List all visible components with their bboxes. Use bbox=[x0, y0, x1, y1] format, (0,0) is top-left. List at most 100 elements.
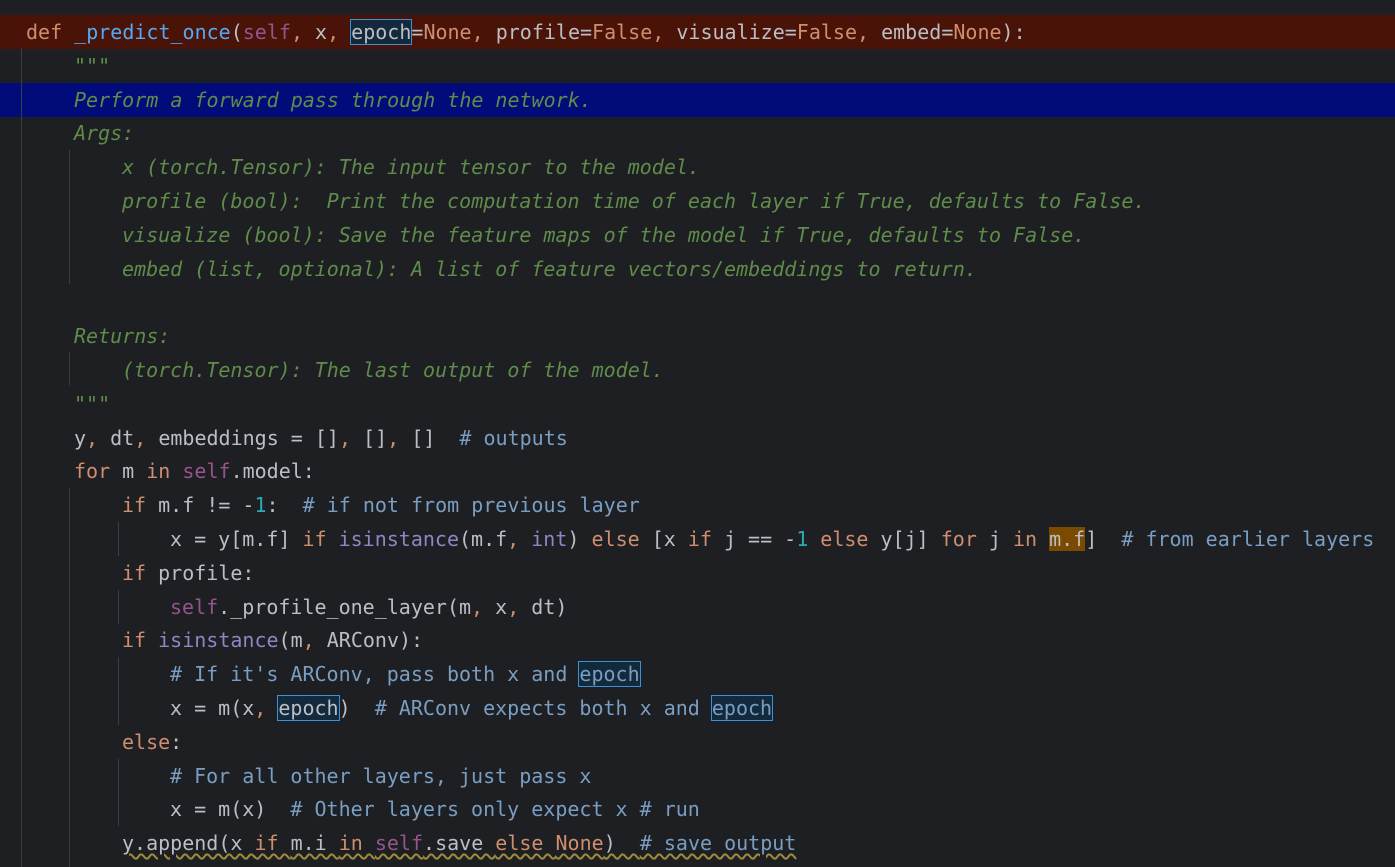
indent-guide bbox=[118, 590, 119, 624]
usage-highlight: epoch bbox=[350, 19, 413, 45]
code-line[interactable] bbox=[0, 285, 1395, 319]
code-token: embeddings = [] bbox=[158, 425, 339, 450]
code-token: ): bbox=[1001, 20, 1026, 44]
code-token: def bbox=[26, 20, 75, 44]
code-editor[interactable]: def _predict_once(self, x, epoch=None, p… bbox=[0, 0, 1395, 867]
indent-guide bbox=[21, 48, 22, 867]
code-line[interactable]: # If it's ARConv, pass both x and epoch bbox=[0, 657, 1395, 691]
code-token: j bbox=[988, 527, 1013, 551]
code-token: False bbox=[796, 20, 857, 44]
code-line-text: # If it's ARConv, pass both x and epoch bbox=[170, 657, 641, 691]
code-line[interactable]: Returns: bbox=[0, 319, 1395, 353]
editor-top-band bbox=[0, 0, 1395, 15]
code-token: # For all other layers, just pass x bbox=[170, 763, 592, 788]
code-token: profile bbox=[495, 20, 580, 44]
code-line-text: def _predict_once(self, x, epoch=None, p… bbox=[26, 15, 1026, 49]
code-token: x bbox=[315, 20, 328, 44]
code-token: (m.f bbox=[459, 527, 508, 551]
code-token: x bbox=[495, 594, 508, 619]
code-token: in bbox=[146, 459, 183, 484]
code-line[interactable]: self._profile_one_layer(m, x, dt) bbox=[0, 590, 1395, 624]
code-token: m.i bbox=[290, 831, 339, 856]
code-token: , bbox=[857, 20, 882, 44]
code-line[interactable]: x = m(x) # Other layers only expect x # … bbox=[0, 792, 1395, 826]
code-line[interactable]: if isinstance(m, ARConv): bbox=[0, 623, 1395, 657]
code-token: self bbox=[374, 831, 424, 856]
code-line[interactable]: x (torch.Tensor): The input tensor to th… bbox=[0, 150, 1395, 184]
code-token: , bbox=[507, 594, 532, 619]
code-line-text: Returns: bbox=[74, 319, 170, 353]
code-line[interactable]: """ bbox=[0, 387, 1395, 421]
code-token: """ bbox=[74, 53, 111, 78]
code-token: visualize bbox=[676, 20, 785, 44]
code-line[interactable]: (torch.Tensor): The last output of the m… bbox=[0, 353, 1395, 387]
code-line-text: Args: bbox=[74, 116, 134, 150]
code-token: # Other layers only expect x # run bbox=[290, 797, 700, 822]
code-token: = bbox=[784, 20, 797, 44]
code-token: , bbox=[302, 628, 327, 653]
code-token: profile: bbox=[158, 560, 255, 585]
code-token: dt) bbox=[531, 594, 568, 619]
code-line-text: for m in self.model: bbox=[74, 454, 315, 488]
code-line[interactable]: if profile: bbox=[0, 556, 1395, 590]
code-token: , bbox=[387, 425, 412, 450]
code-line[interactable]: for m in self.model: bbox=[0, 454, 1395, 488]
code-line-text: if profile: bbox=[122, 556, 254, 590]
code-line[interactable]: visualize (bool): Save the feature maps … bbox=[0, 218, 1395, 252]
code-token: else bbox=[122, 729, 171, 754]
code-token: if bbox=[302, 527, 339, 551]
usage-highlight: epoch bbox=[277, 695, 340, 721]
code-line[interactable]: # For all other layers, just pass x bbox=[0, 759, 1395, 793]
code-line-text: self._profile_one_layer(m, x, dt) bbox=[170, 590, 567, 624]
code-line-text: y, dt, embeddings = [], [], [] # outputs bbox=[74, 421, 568, 455]
code-token: Perform a forward pass through the netwo… bbox=[74, 87, 592, 112]
code-token: False bbox=[592, 20, 653, 44]
code-line-text: if m.f != -1: # if not from previous lay… bbox=[122, 488, 640, 522]
code-token: dt bbox=[110, 425, 135, 450]
code-token: self bbox=[170, 594, 219, 619]
code-token: embed bbox=[881, 20, 942, 44]
code-token: 1 bbox=[796, 527, 821, 551]
indent-guide bbox=[118, 522, 119, 556]
code-token: if bbox=[254, 831, 291, 856]
code-token: else bbox=[820, 527, 881, 551]
code-token: m bbox=[122, 459, 147, 484]
code-line[interactable]: Args: bbox=[0, 116, 1395, 150]
code-line[interactable]: """ bbox=[0, 49, 1395, 83]
code-line-text: else: bbox=[122, 725, 182, 759]
code-token: if bbox=[122, 560, 159, 585]
code-line[interactable]: if m.f != -1: # if not from previous lay… bbox=[0, 488, 1395, 522]
code-token: x = m(x) bbox=[170, 797, 291, 822]
usage-highlight: epoch bbox=[710, 695, 774, 721]
code-token: Returns: bbox=[74, 324, 171, 349]
code-token: None bbox=[953, 20, 1002, 44]
indent-guide bbox=[69, 352, 70, 385]
code-token: # ARConv expects both x and bbox=[374, 696, 712, 720]
code-line[interactable]: def _predict_once(self, x, epoch=None, p… bbox=[0, 15, 1395, 49]
code-line[interactable]: x = m(x, epoch) # ARConv expects both x … bbox=[0, 691, 1395, 725]
code-token: ) bbox=[567, 527, 592, 551]
code-token: = bbox=[941, 20, 954, 44]
code-token: , bbox=[471, 20, 496, 44]
code-token: m.f != - bbox=[158, 493, 255, 518]
code-token: j == - bbox=[723, 527, 797, 551]
code-line-text: visualize (bool): Save the feature maps … bbox=[122, 218, 1085, 252]
code-line[interactable]: y, dt, embeddings = [], [], [] # outputs bbox=[0, 421, 1395, 455]
code-token: y[j] bbox=[880, 527, 941, 551]
code-line-text: x = m(x, epoch) # ARConv expects both x … bbox=[170, 691, 774, 725]
code-line-text: x = m(x) # Other layers only expect x # … bbox=[170, 792, 700, 826]
code-token: self bbox=[242, 20, 291, 44]
code-line[interactable]: y.append(x if m.i in self.save else None… bbox=[0, 826, 1395, 860]
code-token: None bbox=[555, 831, 604, 856]
code-token: """ bbox=[74, 391, 111, 416]
code-line[interactable]: profile (bool): Print the computation ti… bbox=[0, 184, 1395, 218]
code-line[interactable]: x = y[m.f] if isinstance(m.f, int) else … bbox=[0, 522, 1395, 556]
code-token: isinstance bbox=[338, 527, 459, 551]
code-line[interactable]: else: bbox=[0, 725, 1395, 759]
code-line[interactable]: embed (list, optional): A list of featur… bbox=[0, 252, 1395, 286]
code-token: x = m(x bbox=[170, 696, 255, 720]
code-line-text: Perform a forward pass through the netwo… bbox=[74, 83, 592, 117]
code-line-text: """ bbox=[74, 49, 110, 83]
code-line[interactable]: Perform a forward pass through the netwo… bbox=[0, 82, 1395, 117]
code-line-text: if isinstance(m, ARConv): bbox=[122, 623, 423, 657]
